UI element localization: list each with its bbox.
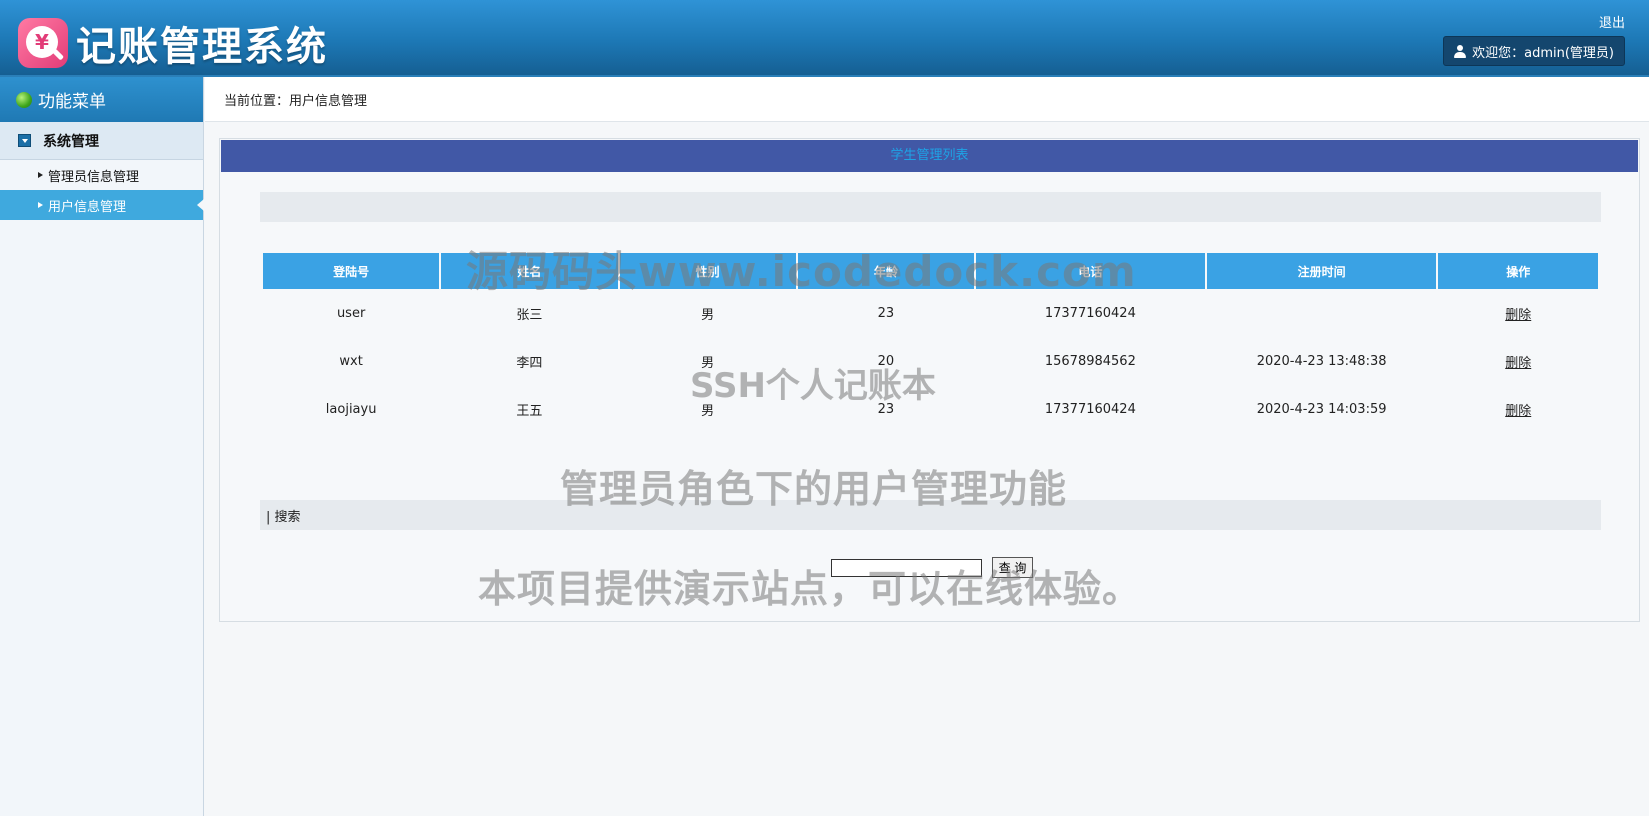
query-button[interactable]: 查 询: [992, 557, 1033, 578]
delete-link[interactable]: 删除: [1505, 308, 1531, 323]
table-header-row: 登陆号 姓名 性别 年龄 电话 注册时间 操作: [263, 253, 1598, 289]
cell-age: 23: [877, 305, 895, 321]
filter-bar: [260, 192, 1601, 222]
table-row: user 张三 男 23 17377160424 删除: [263, 289, 1598, 337]
cell-age: 20: [877, 353, 895, 369]
cell-login: wxt: [339, 353, 363, 369]
cell-gender: 男: [701, 355, 715, 371]
column-header: 操作: [1438, 253, 1598, 289]
table-row: laojiayu 王五 男 23 17377160424 2020-4-23 1…: [263, 385, 1598, 433]
logo-search-icon: ¥: [18, 18, 68, 68]
app-logo: ¥ 记账管理系统: [18, 14, 328, 72]
welcome-text: 欢迎您：admin(管理员): [1472, 45, 1614, 61]
search-row: 查 询: [831, 557, 1033, 578]
cube-icon: [16, 91, 32, 108]
delete-link[interactable]: 删除: [1505, 404, 1531, 419]
menu-group-system[interactable]: 系统管理: [0, 122, 203, 160]
sidebar-title: 功能菜单: [38, 92, 106, 112]
column-header: 注册时间: [1206, 253, 1437, 289]
cell-gender: 男: [701, 403, 715, 419]
triangle-right-icon: [38, 202, 43, 208]
cell-action: 删除: [1438, 289, 1598, 337]
sidebar: 功能菜单 系统管理 管理员信息管理 用户信息管理: [0, 77, 204, 816]
search-input[interactable]: [831, 558, 982, 577]
triangle-right-icon: [38, 172, 43, 178]
cell-name: 李四: [516, 355, 543, 371]
main-panel: 学生管理列表 登陆号 姓名 性别 年龄 电话 注册时间 操作 user 张三 男…: [219, 138, 1640, 622]
cell-registered: 2020-4-23 13:48:38: [1256, 353, 1387, 369]
panel-title: 学生管理列表: [221, 140, 1638, 172]
menu-group-label: 系统管理: [43, 133, 99, 150]
cell-age: 23: [877, 401, 895, 417]
user-table: 登陆号 姓名 性别 年龄 电话 注册时间 操作 user 张三 男 23 173…: [261, 253, 1600, 433]
sidebar-item-admin-info[interactable]: 管理员信息管理: [0, 160, 203, 190]
breadcrumb: 当前位置：用户信息管理: [205, 77, 1649, 122]
cell-phone: 17377160424: [1044, 401, 1136, 417]
cell-login: laojiayu: [325, 401, 377, 417]
cell-registered: [1207, 289, 1437, 337]
sidebar-item-user-info[interactable]: 用户信息管理: [0, 190, 204, 220]
table-row: wxt 李四 男 20 15678984562 2020-4-23 13:48:…: [263, 337, 1598, 385]
sidebar-header: 功能菜单: [0, 77, 203, 122]
logout-link[interactable]: 退出: [1599, 12, 1625, 31]
sidebar-item-label: 用户信息管理: [48, 199, 127, 215]
cell-action: 删除: [1438, 385, 1598, 433]
column-header: 年龄: [797, 253, 974, 289]
column-header: 姓名: [441, 253, 618, 289]
welcome-badge: 欢迎您：admin(管理员): [1443, 36, 1625, 66]
cell-registered: 2020-4-23 14:03:59: [1256, 401, 1387, 417]
cell-action: 删除: [1438, 337, 1598, 385]
app-title: 记账管理系统: [76, 24, 328, 70]
collapse-toggle-icon[interactable]: [18, 134, 31, 147]
column-header: 电话: [976, 253, 1205, 289]
delete-link[interactable]: 删除: [1505, 356, 1531, 371]
cell-gender: 男: [701, 307, 715, 323]
user-icon: [1454, 44, 1467, 58]
cell-phone: 15678984562: [1044, 353, 1136, 369]
column-header: 性别: [619, 253, 796, 289]
search-bar: | 搜索: [260, 500, 1601, 530]
cell-phone: 17377160424: [1044, 305, 1136, 321]
sidebar-item-label: 管理员信息管理: [48, 169, 140, 185]
cell-login: user: [336, 305, 366, 321]
cell-name: 王五: [516, 403, 543, 419]
top-header: ¥ 记账管理系统 退出 欢迎您：admin(管理员): [0, 0, 1649, 77]
cell-name: 张三: [516, 307, 543, 323]
column-header: 登陆号: [263, 253, 440, 289]
